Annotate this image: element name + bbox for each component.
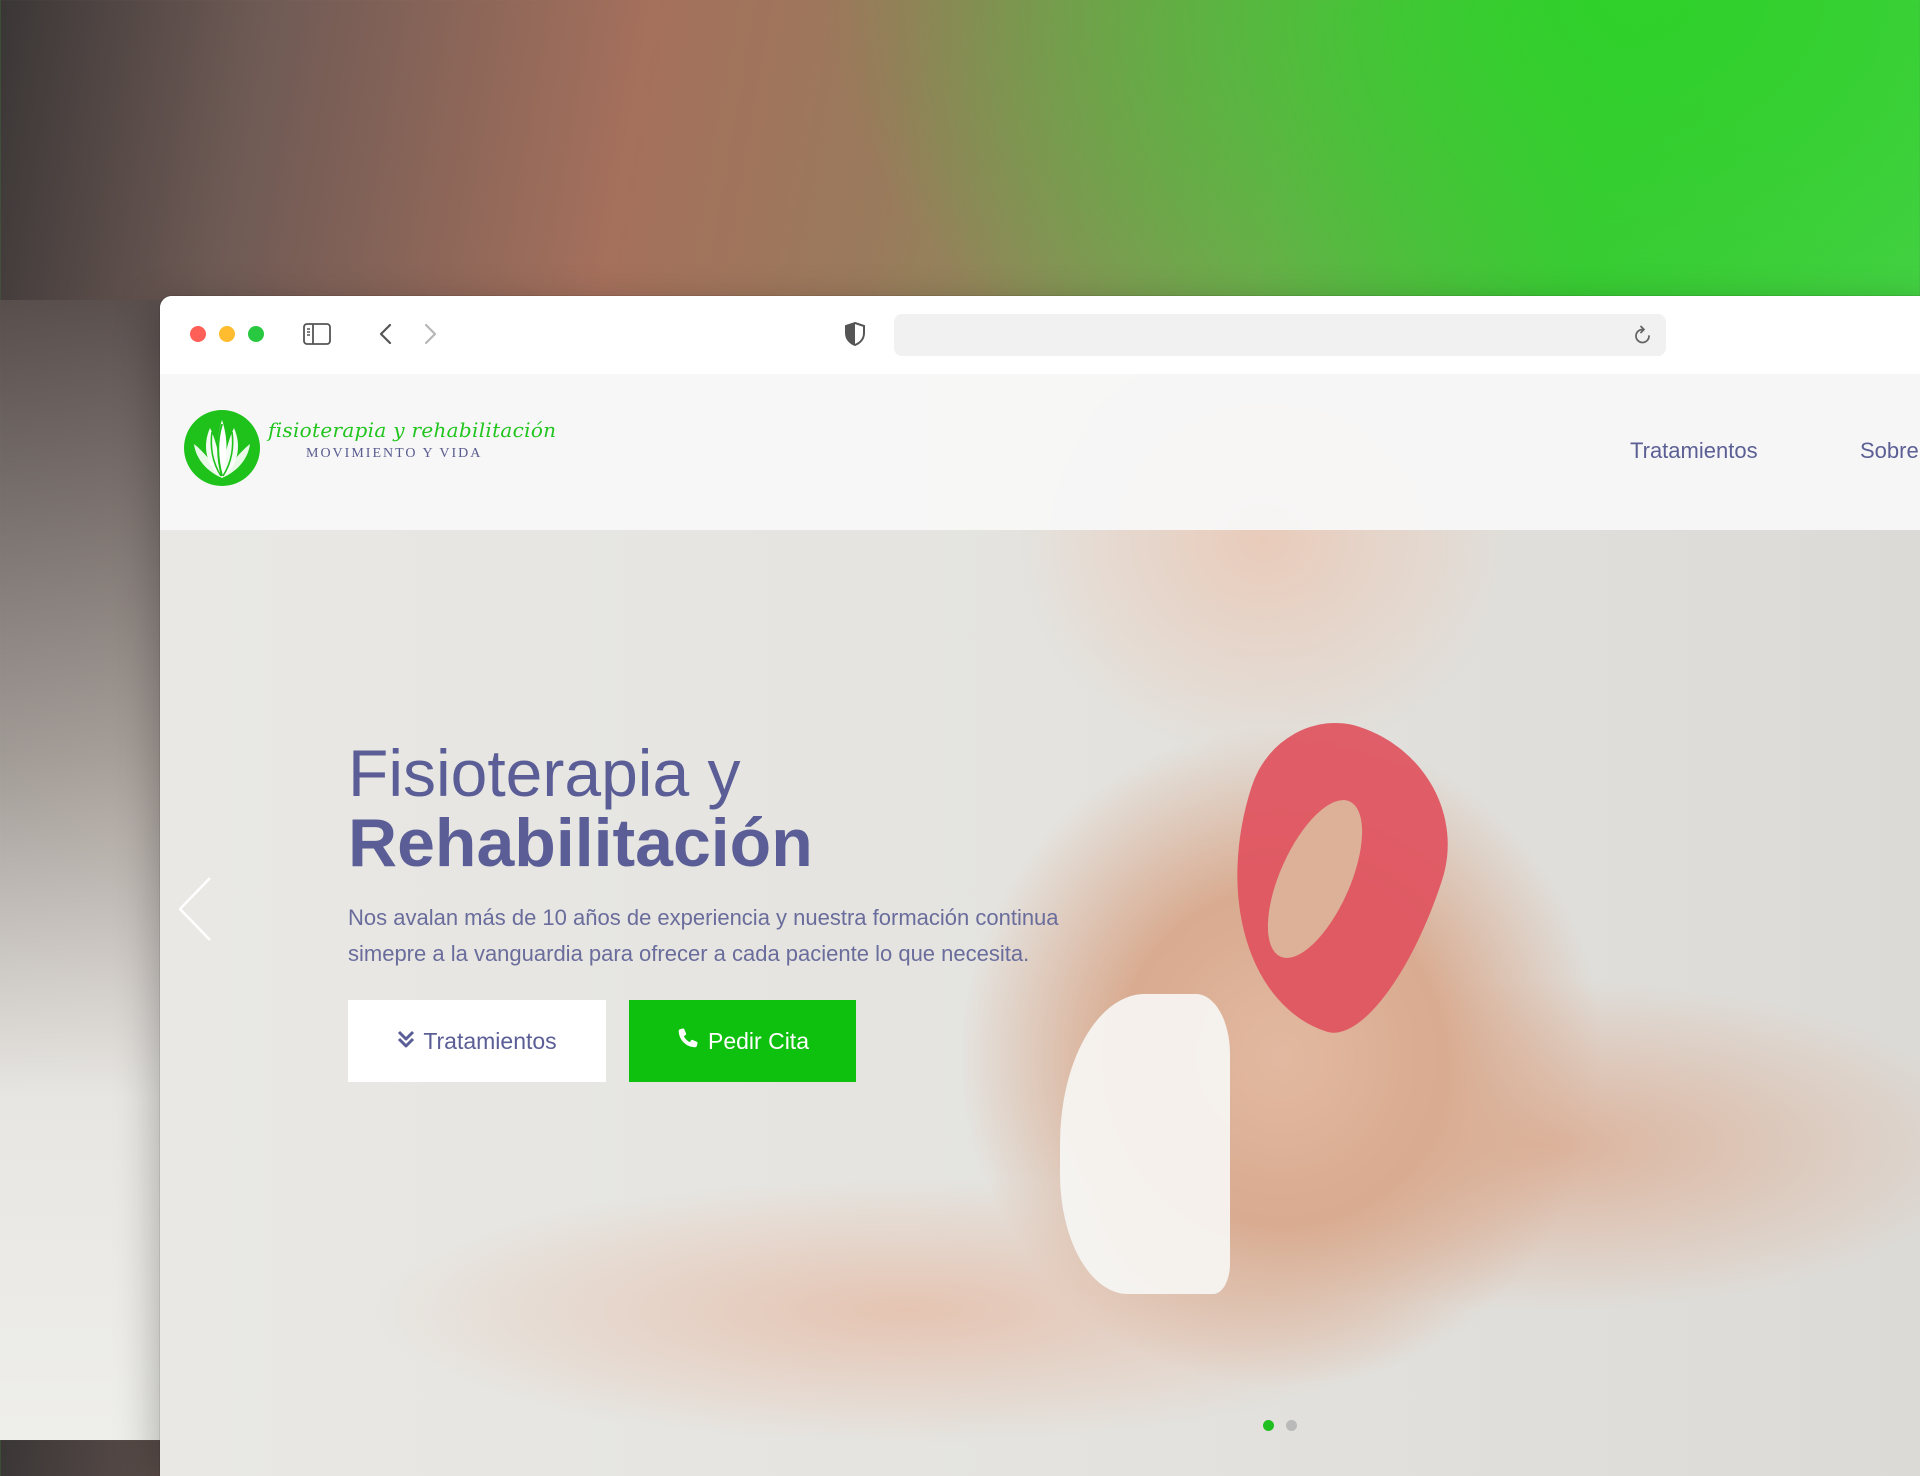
logo-tagline: MOVIMIENTO Y VIDA — [306, 446, 483, 461]
zoom-window-button[interactable] — [248, 326, 264, 342]
sidebar-toggle-icon[interactable] — [302, 318, 332, 350]
back-arrow-icon[interactable] — [370, 318, 400, 350]
phone-icon — [676, 1026, 700, 1056]
close-window-button[interactable] — [190, 326, 206, 342]
leaf-logo-icon[interactable] — [184, 410, 260, 486]
hero-subtitle: Nos avalan más de 10 años de experiencia… — [348, 905, 1059, 966]
tratamientos-button[interactable]: Tratamientos — [348, 1000, 606, 1082]
minimize-window-button[interactable] — [219, 326, 235, 342]
browser-toolbar — [160, 296, 1920, 375]
nav-link-tratamientos[interactable]: Tratamientos — [1630, 438, 1758, 464]
logo-title[interactable]: fisioterapia y rehabilitación — [268, 418, 556, 442]
tratamientos-button-label: Tratamientos — [423, 1027, 557, 1054]
hero-title-line2: Rehabilitación — [348, 805, 813, 881]
nav-link-sobre[interactable]: Sobre — [1860, 438, 1919, 464]
hero-title-line1: Fisioterapia y — [348, 736, 741, 810]
pedir-cita-button[interactable]: Pedir Cita — [629, 1000, 856, 1082]
page-viewport: fisioterapia y rehabilitación MOVIMIENTO… — [160, 374, 1920, 1476]
reload-icon[interactable] — [1628, 320, 1658, 350]
carousel-prev-chevron-icon[interactable] — [176, 874, 216, 944]
hero-image-shirt — [1060, 994, 1230, 1294]
privacy-shield-icon[interactable] — [840, 318, 870, 350]
carousel-indicator-dot[interactable] — [1286, 1420, 1297, 1431]
forward-arrow-icon[interactable] — [416, 318, 446, 350]
carousel-indicator-dot[interactable] — [1263, 1420, 1274, 1431]
browser-window: fisioterapia y rehabilitación MOVIMIENTO… — [160, 296, 1920, 1476]
carousel-indicators — [1263, 1420, 1297, 1431]
hero-title: Fisioterapia y Rehabilitación — [348, 738, 813, 878]
pedir-cita-button-label: Pedir Cita — [708, 1027, 809, 1054]
site-navbar: fisioterapia y rehabilitación MOVIMIENTO… — [160, 374, 1920, 530]
double-chevron-down-icon — [397, 1028, 415, 1055]
address-bar[interactable] — [894, 314, 1666, 356]
